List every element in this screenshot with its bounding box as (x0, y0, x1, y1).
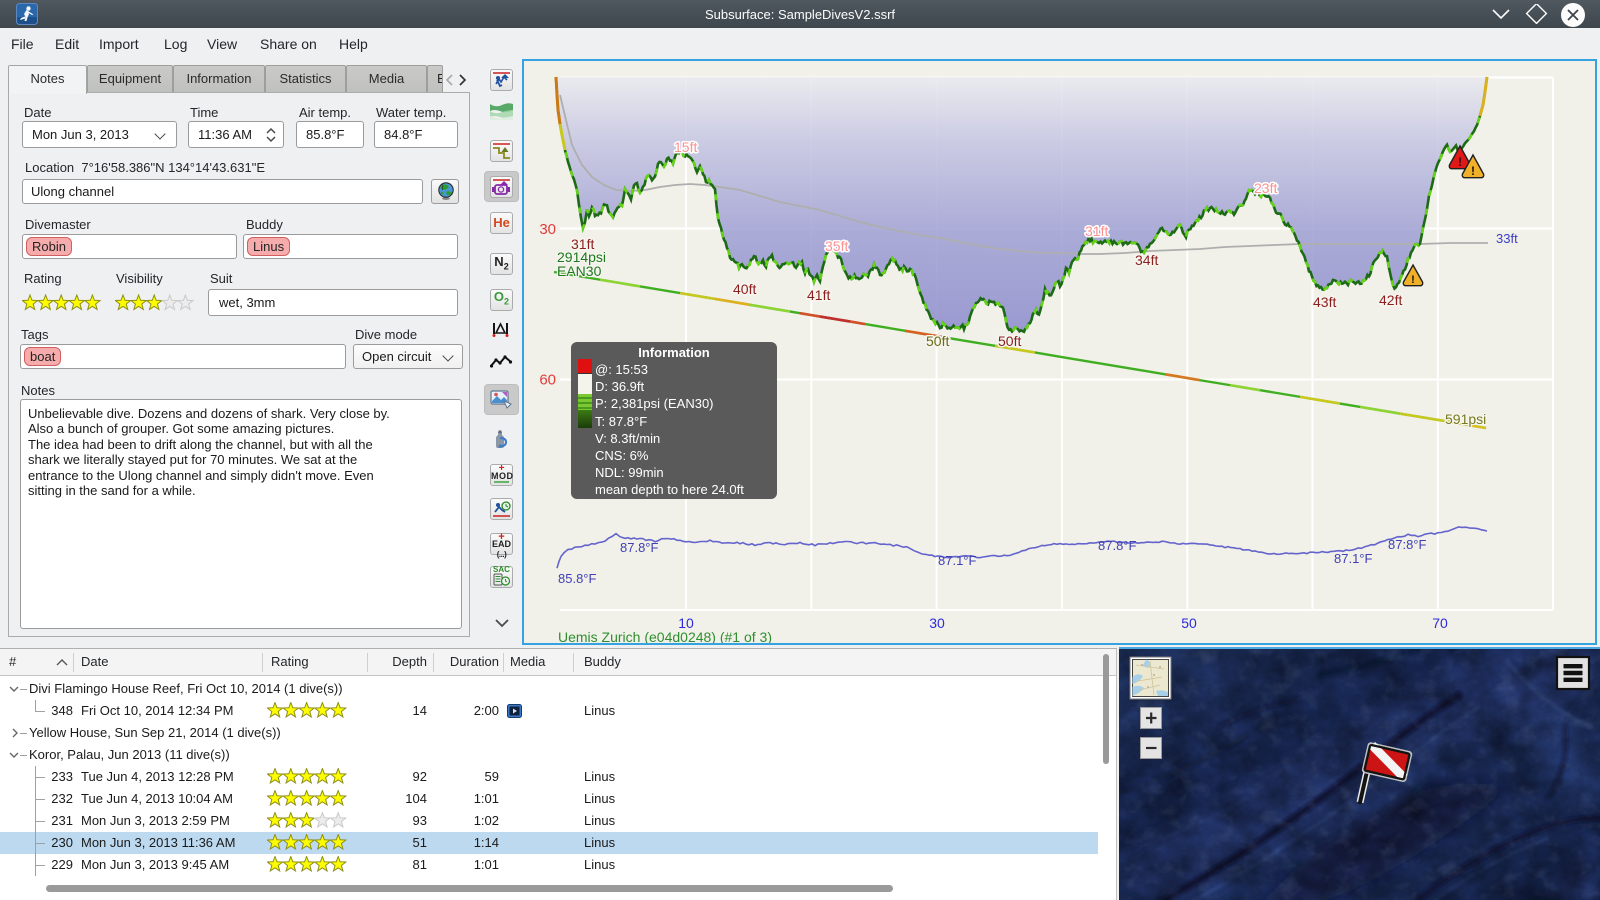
svg-text:33ft: 33ft (1496, 231, 1518, 246)
svg-text:85.8°F: 85.8°F (558, 571, 597, 586)
svg-text:87.1°F: 87.1°F (1334, 551, 1373, 566)
svg-text:!: ! (1458, 155, 1462, 169)
svg-text:!: ! (1471, 164, 1475, 178)
svg-text:50ft: 50ft (998, 333, 1021, 349)
svg-text:23ft: 23ft (1254, 180, 1277, 196)
svg-text:EAN30: EAN30 (557, 263, 602, 279)
svg-text:40ft: 40ft (733, 281, 756, 297)
svg-text:30: 30 (539, 221, 556, 238)
svg-text:43ft: 43ft (1313, 294, 1336, 310)
svg-text:50ft: 50ft (926, 333, 949, 349)
svg-text:70: 70 (1432, 615, 1448, 631)
svg-text:87.1°F: 87.1°F (938, 553, 977, 568)
svg-text:30: 30 (929, 615, 945, 631)
svg-text:87:8°F: 87:8°F (1388, 537, 1427, 552)
svg-text:31ft: 31ft (1085, 223, 1108, 239)
svg-text:41ft: 41ft (807, 287, 830, 303)
svg-text:591psi: 591psi (1445, 411, 1486, 427)
svg-text:!: ! (1411, 274, 1415, 286)
svg-text:Uemis Zurich (e04d0248) (#1 of: Uemis Zurich (e04d0248) (#1 of 3) (558, 629, 772, 643)
svg-text:50: 50 (1181, 615, 1197, 631)
svg-text:15ft: 15ft (674, 139, 697, 155)
svg-text:35ft: 35ft (825, 238, 848, 254)
svg-text:87.8°F: 87.8°F (1098, 538, 1137, 553)
svg-text:60: 60 (539, 372, 556, 389)
svg-text:87.8°F: 87.8°F (620, 540, 659, 555)
svg-text:34ft: 34ft (1135, 252, 1158, 268)
svg-text:42ft: 42ft (1379, 292, 1402, 308)
